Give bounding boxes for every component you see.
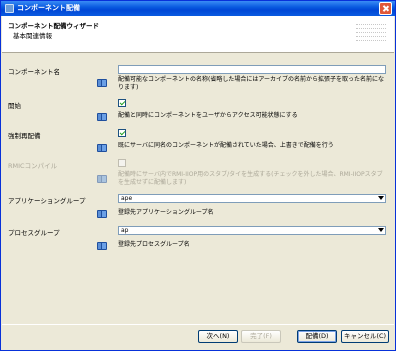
wizard-logo-icon (356, 22, 386, 48)
start-checkbox[interactable] (118, 99, 126, 107)
finish-button[interactable]: 完了(F) (241, 330, 281, 343)
force-redeploy-description: 既にサーバに同名のコンポーネントが配備されていた場合、上書きで配備を行う (118, 142, 334, 149)
process-group-label: プロセスグループ (8, 229, 60, 237)
close-icon[interactable] (379, 2, 392, 15)
book-icon (97, 174, 107, 183)
window-title: コンポーネント配備 (17, 4, 80, 12)
force-redeploy-label: 強制再配備 (8, 132, 41, 140)
book-icon (97, 209, 107, 218)
book-icon (97, 112, 107, 121)
book-icon (97, 78, 107, 87)
wizard-header: コンポーネント配備ウィザード 基本関連情報 (2, 16, 394, 53)
dialog-window: コンポーネント配備 コンポーネント配備ウィザード 基本関連情報 コンポーネント名… (0, 0, 396, 351)
next-button[interactable]: 次へ(N) (198, 330, 238, 343)
deploy-button[interactable]: 配備(D) (297, 330, 337, 343)
chevron-down-icon[interactable] (378, 228, 384, 232)
process-group-value: ap (121, 227, 129, 234)
book-icon (97, 241, 107, 250)
component-name-input[interactable] (118, 65, 386, 74)
wizard-title: コンポーネント配備ウィザード (8, 22, 99, 30)
cancel-button[interactable]: キャンセル(C) (341, 330, 389, 343)
application-group-label: アプリケーショングループ (8, 197, 86, 205)
footer-divider (2, 324, 394, 325)
process-group-select[interactable]: ap (118, 226, 386, 235)
application-group-select[interactable]: ape (118, 194, 386, 203)
book-icon (97, 143, 107, 152)
wizard-subtitle: 基本関連情報 (13, 32, 52, 40)
application-group-description: 登録先アプリケーショングループ名 (118, 209, 214, 216)
start-description: 配備と同時にコンポーネントをユーザからアクセス可能状態にする (118, 112, 298, 119)
rmic-compile-checkbox[interactable] (118, 159, 126, 167)
process-group-description: 登録先プロセスグループ名 (118, 241, 190, 248)
force-redeploy-checkbox[interactable] (118, 129, 126, 137)
window-icon (5, 4, 14, 13)
rmic-compile-label: RMICコンパイル (8, 162, 58, 170)
application-group-value: ape (121, 195, 133, 202)
component-name-description: 配備可能なコンポーネントの名称(省略した場合にはアーカイブの名前から拡張子を取っ… (118, 76, 384, 91)
rmic-compile-description: 配備時にサーバ内でRMI-IIOP用のスタブ/タイを生成する(チェックを外した場… (118, 171, 383, 186)
component-name-label: コンポーネント名 (8, 68, 60, 76)
form-area: コンポーネント名 配備可能なコンポーネントの名称(省略した場合にはアーカイブの名… (2, 54, 394, 324)
chevron-down-icon[interactable] (378, 196, 384, 200)
title-bar[interactable]: コンポーネント配備 (1, 1, 395, 16)
start-label: 開始 (8, 102, 21, 110)
